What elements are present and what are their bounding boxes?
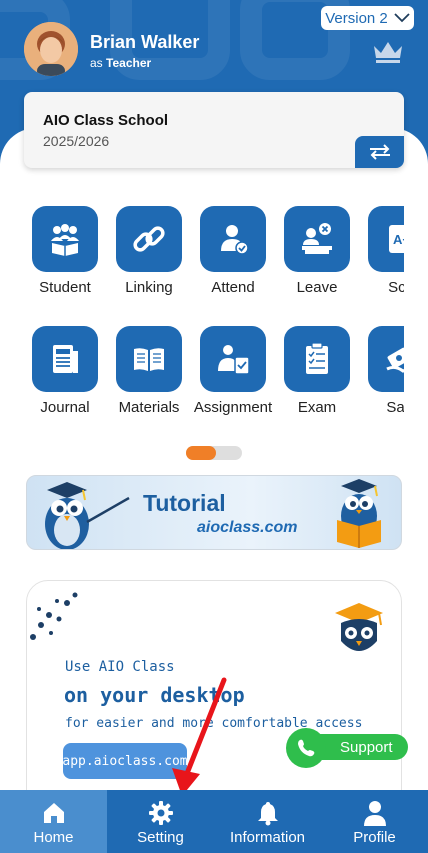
person-icon (363, 801, 386, 826)
school-name: AIO Class School (43, 112, 169, 129)
exam-icon (284, 326, 350, 392)
students-icon (32, 206, 98, 272)
bell-icon (257, 802, 278, 826)
crown-icon[interactable] (372, 40, 404, 64)
menu-label: Materials (118, 399, 180, 416)
nav-label: Profile (353, 829, 396, 846)
owl-logo-icon (335, 603, 383, 651)
journal-icon (32, 326, 98, 392)
support-button[interactable]: Support (286, 728, 408, 768)
dots-decoration (30, 592, 78, 640)
nav-home[interactable]: Home (0, 790, 107, 853)
school-card[interactable]: AIO Class School 2025/2026 (24, 92, 404, 168)
role-prefix: as (90, 56, 103, 70)
nav-profile[interactable]: Profile (321, 790, 428, 853)
menu-label: Savi (386, 399, 404, 416)
savings-icon (368, 326, 404, 392)
menu-pager[interactable] (186, 446, 242, 460)
tutorial-banner[interactable]: Tutorial aioclass.com (26, 475, 402, 550)
menu-row: Student Linking Attend Leave A+ Sco (32, 206, 404, 306)
user-name: Brian Walker (90, 32, 200, 52)
attend-icon (200, 206, 266, 272)
owl-teacher-icon (45, 482, 130, 549)
promo-line-1: Use AIO Class (65, 659, 175, 675)
book-icon (116, 326, 182, 392)
nav-information[interactable]: Information (214, 790, 321, 853)
menu-label: Journal (40, 399, 90, 416)
pager-active-indicator (186, 446, 216, 460)
menu-label: Assignment (193, 399, 273, 416)
bottom-navigation: Home Setting Information Profile (0, 790, 428, 853)
menu-label: Sco (388, 279, 404, 296)
nav-label: Home (33, 829, 74, 846)
menu-item-score[interactable]: A+ Sco (368, 206, 404, 306)
owl-reading-icon (337, 479, 381, 548)
menu-row: Journal Materials Assignment Exam Savi (32, 326, 404, 426)
school-year: 2025/2026 (43, 133, 110, 149)
whatsapp-icon (286, 728, 326, 768)
menu-label: Attend (211, 279, 255, 296)
version-selector[interactable]: Version 2 (321, 6, 414, 30)
nav-setting[interactable]: Setting (107, 790, 214, 853)
link-icon (116, 206, 182, 272)
leave-icon (284, 206, 350, 272)
menu-label: Leave (296, 279, 338, 296)
nav-label: Information (229, 829, 306, 846)
tutorial-title: Tutorial (143, 490, 226, 516)
menu-label: Student (39, 279, 91, 296)
chevron-down-icon (394, 13, 410, 23)
user-role: as Teacher (90, 56, 151, 70)
swap-icon (369, 144, 390, 160)
version-label: Version 2 (325, 9, 388, 27)
menu-label: Exam (297, 399, 337, 416)
annotation-arrow-icon (172, 677, 227, 796)
avatar[interactable] (24, 22, 78, 76)
assignment-icon (200, 326, 266, 392)
role-value: Teacher (106, 56, 152, 70)
menu-label: Linking (125, 279, 173, 296)
user-photo (24, 22, 78, 76)
home-icon (43, 803, 64, 823)
switch-school-button[interactable] (355, 136, 404, 168)
menu-item-savings[interactable]: Savi (368, 326, 404, 426)
score-icon: A+ (368, 206, 404, 272)
gear-icon (148, 801, 173, 825)
svg-text:A+: A+ (393, 232, 404, 247)
nav-label: Setting (137, 829, 184, 846)
tutorial-subtitle: aioclass.com (197, 519, 298, 536)
